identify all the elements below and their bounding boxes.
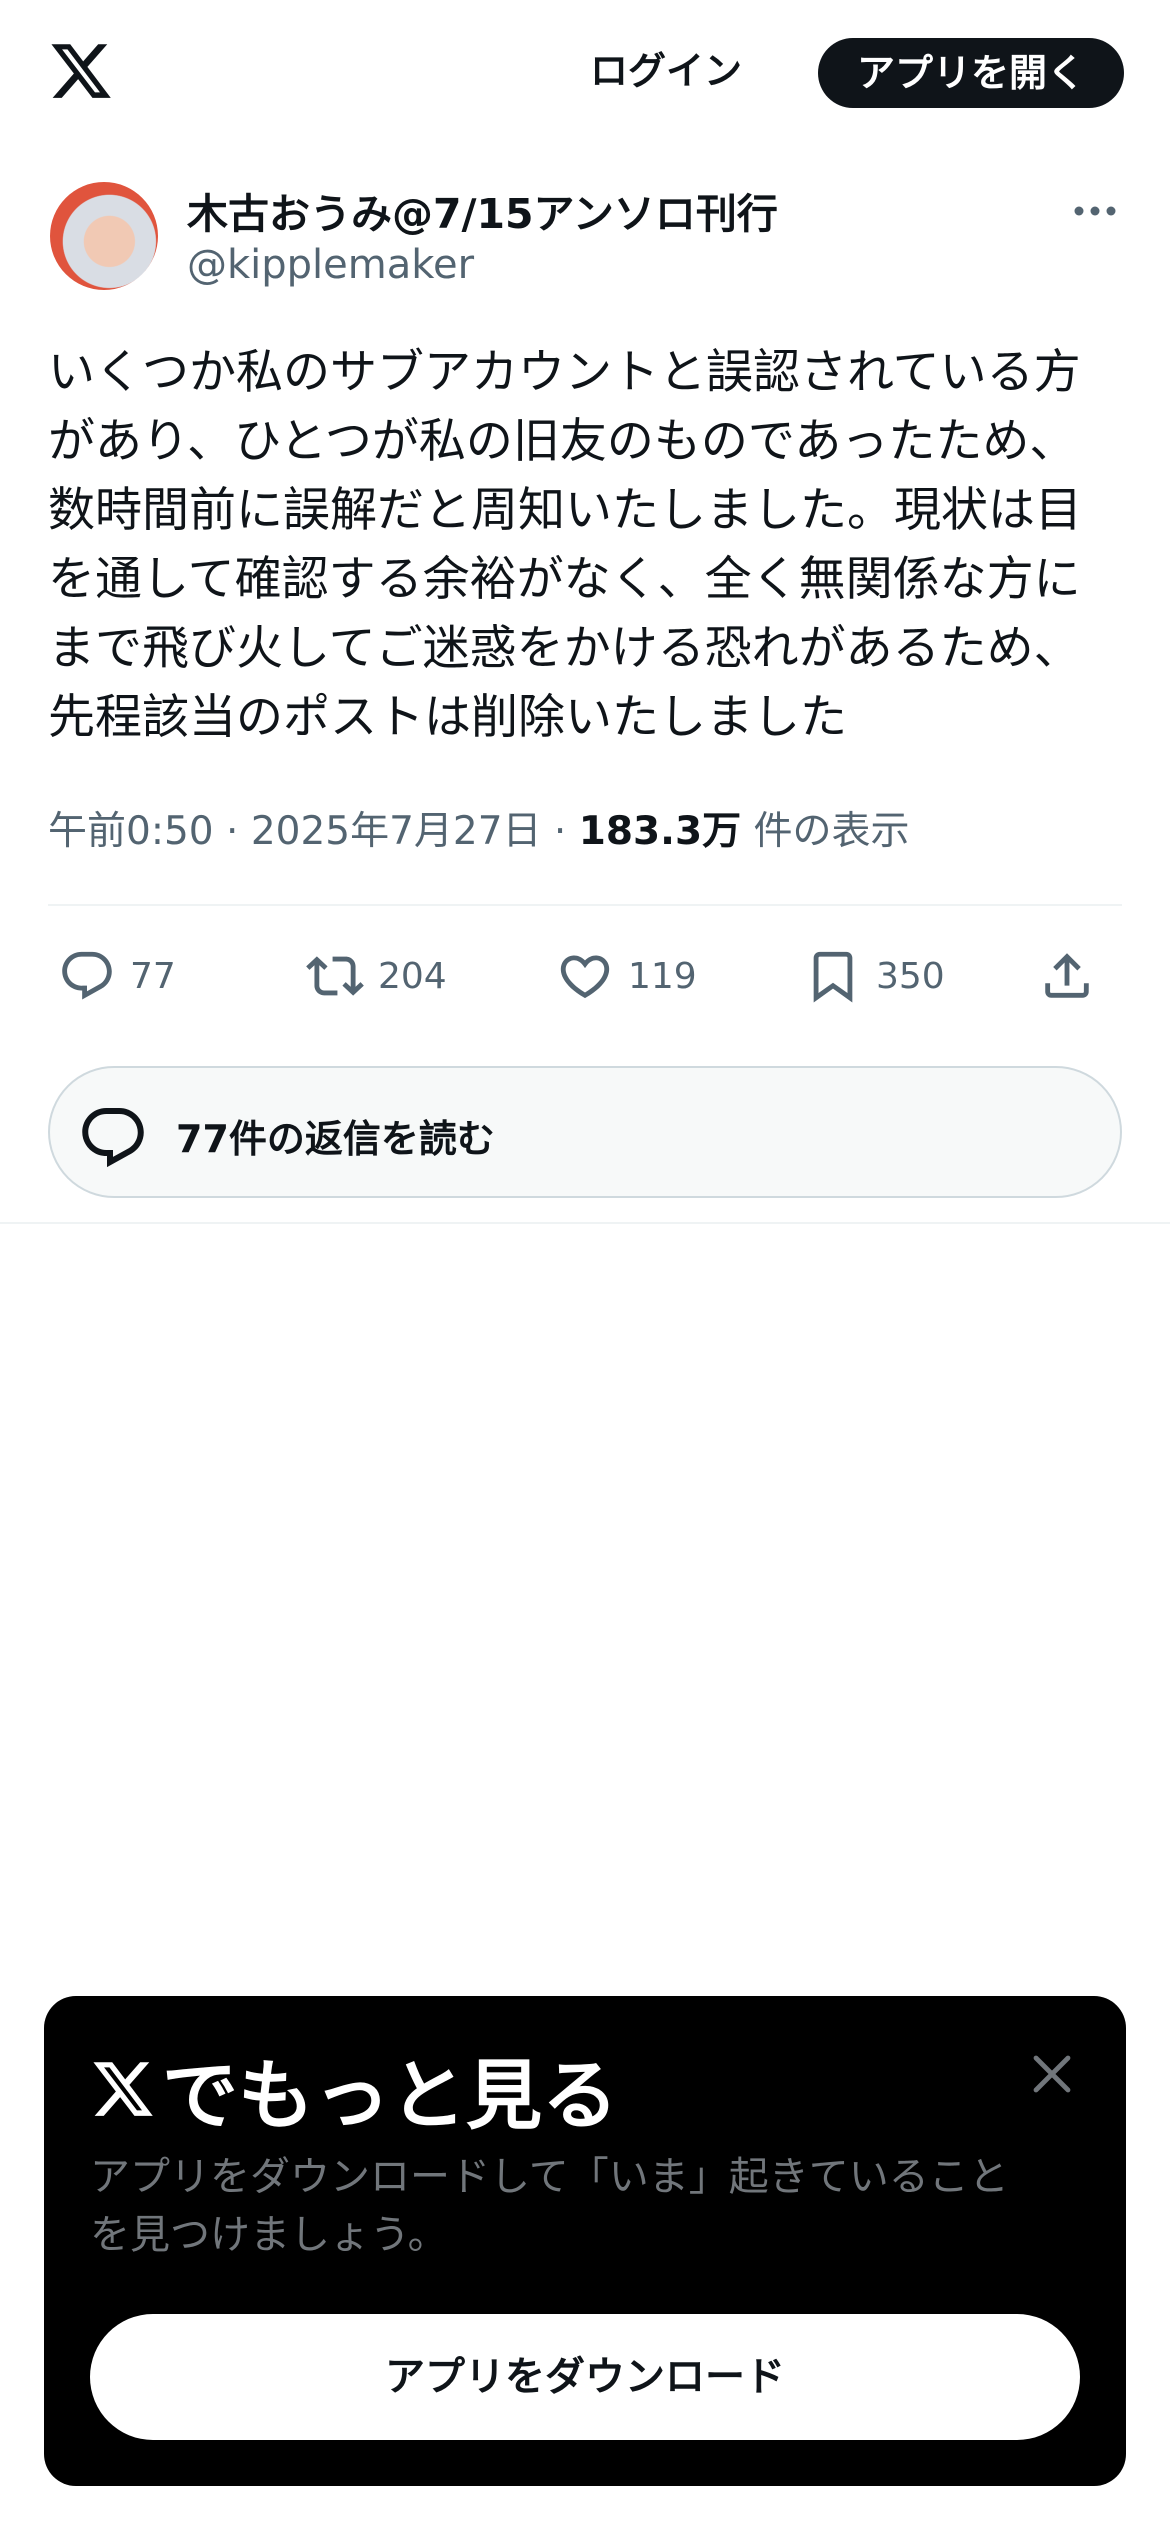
open-app-button[interactable]: アプリを開く bbox=[818, 38, 1124, 108]
divider bbox=[48, 904, 1122, 906]
views-count: 183.3万 bbox=[578, 809, 742, 854]
avatar[interactable] bbox=[50, 182, 158, 290]
promo-description: アプリをダウンロードして「いま」起きていること を見つけましょう。 bbox=[90, 2154, 1009, 2258]
author-display-name[interactable]: 木古おうみ@7/15アンソロ刊行 bbox=[187, 180, 778, 240]
top-bar: ログイン アプリを開く bbox=[0, 0, 1170, 150]
repost-count: 204 bbox=[378, 955, 447, 997]
x-logo-icon[interactable] bbox=[48, 38, 114, 104]
views-label: 件の表示 bbox=[753, 809, 910, 854]
tweet-meta: 午前0:50 · 2025年7月27日 · 183.3万 件の表示 bbox=[48, 800, 910, 856]
like-button[interactable]: 119 bbox=[556, 940, 697, 1012]
tweet-date[interactable]: 2025年7月27日 bbox=[251, 809, 542, 854]
promo-title-text: でもっと見る bbox=[162, 2051, 618, 2140]
share-button[interactable] bbox=[1038, 940, 1096, 1012]
bookmark-button[interactable]: 350 bbox=[804, 940, 945, 1012]
share-icon bbox=[1045, 953, 1089, 998]
app-promo-banner: でもっと見る アプリをダウンロードして「いま」起きていること を見つけましょう。… bbox=[44, 1996, 1126, 2486]
repost-button[interactable]: 204 bbox=[306, 940, 447, 1012]
heart-icon bbox=[560, 955, 610, 999]
meta-separator: · bbox=[226, 809, 239, 854]
more-options-icon[interactable] bbox=[1070, 196, 1120, 226]
read-replies-label: 77件の返信を読む bbox=[176, 1117, 495, 1161]
meta-separator: · bbox=[553, 809, 567, 854]
reply-icon bbox=[62, 951, 112, 1000]
tweet-text: いくつか私のサブアカウントと誤認されている方 があり、ひとつが私の旧友のものであ… bbox=[48, 345, 1082, 745]
login-link[interactable]: ログイン bbox=[590, 40, 742, 95]
reply-button[interactable]: 77 bbox=[58, 940, 176, 1012]
promo-title: でもっと見る bbox=[90, 2034, 618, 2144]
like-count: 119 bbox=[628, 955, 697, 997]
action-bar: 77 204 119 350 bbox=[48, 940, 1122, 1012]
speech-bubble-icon bbox=[82, 1108, 144, 1168]
tweet-page: ログイン アプリを開く 木古おうみ@7/15アンソロ刊行 @kipplemake… bbox=[0, 0, 1170, 2532]
x-logo-icon bbox=[93, 2062, 153, 2116]
tweet-time[interactable]: 午前0:50 bbox=[48, 809, 214, 854]
reply-count: 77 bbox=[130, 955, 176, 997]
close-icon[interactable] bbox=[1028, 2050, 1076, 2098]
section-divider bbox=[0, 1222, 1170, 1224]
read-replies-button[interactable]: 77件の返信を読む bbox=[48, 1066, 1122, 1198]
author-handle[interactable]: @kipplemaker bbox=[187, 242, 474, 288]
repost-icon bbox=[306, 956, 364, 996]
bookmark-icon bbox=[813, 951, 853, 1003]
download-app-button[interactable]: アプリをダウンロード bbox=[90, 2314, 1080, 2440]
bookmark-count: 350 bbox=[876, 955, 945, 997]
